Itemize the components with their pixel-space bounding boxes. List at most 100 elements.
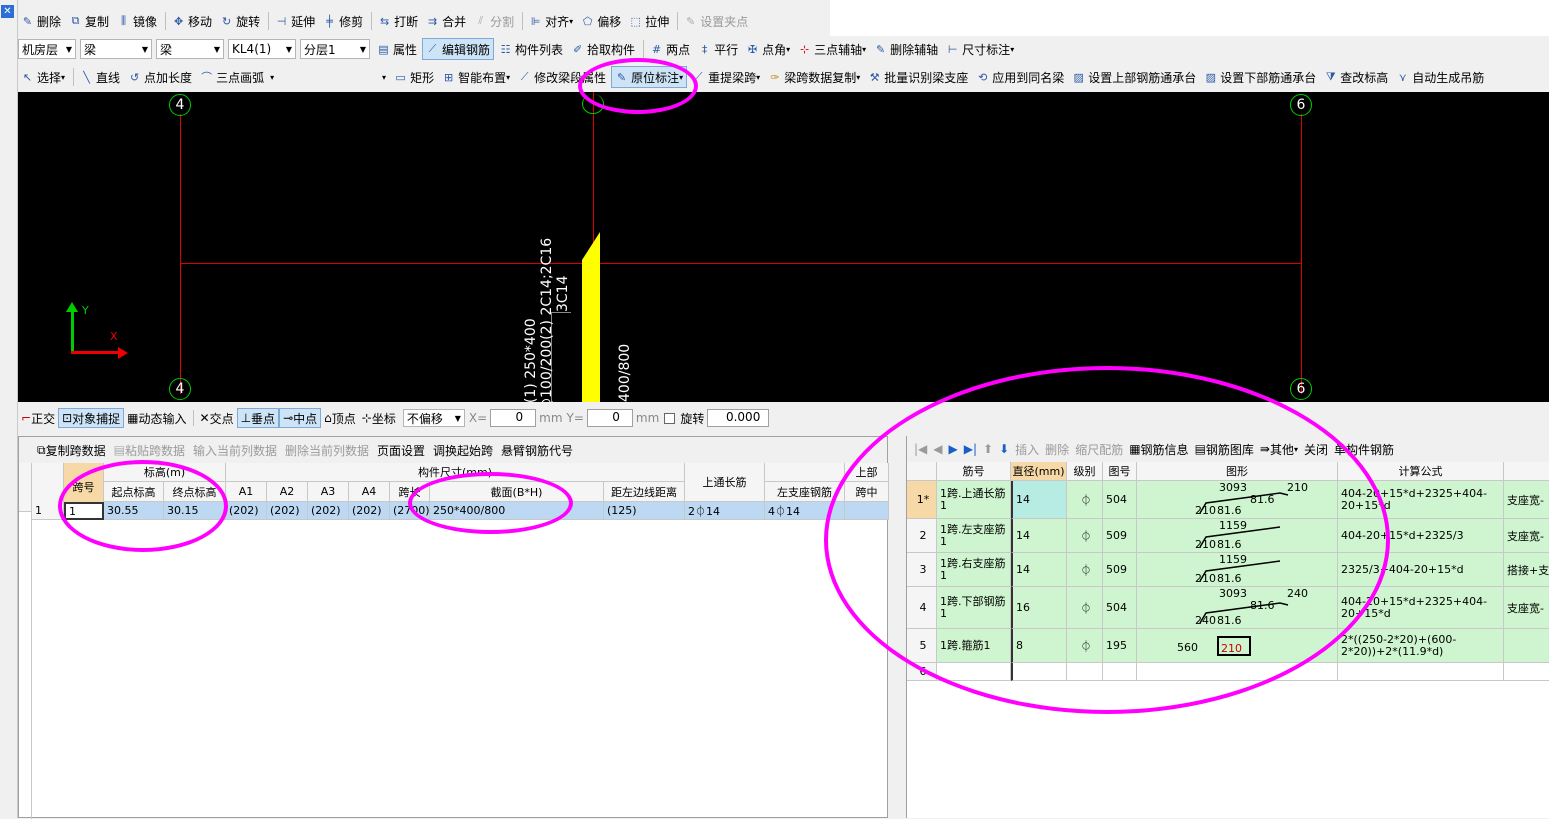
break-button[interactable]: ⇆ 打断 [375, 10, 421, 32]
copy-span-data-button[interactable]: ✑ 梁跨数据复制 ▾ [765, 66, 863, 88]
other-button[interactable]: ⇛ 其他 ▾ [1257, 441, 1301, 458]
delete-row-button[interactable]: 删除 [1042, 441, 1072, 458]
left-support-cell[interactable]: 4⏀14 [765, 502, 845, 520]
arc-button[interactable]: ⌒ 三点画弧 ▾ ▾ [197, 66, 389, 88]
parallel-button[interactable]: ‡ 平行 [695, 38, 741, 60]
shape-no-cell[interactable] [1103, 663, 1137, 681]
diameter-cell[interactable]: 8 [1011, 629, 1067, 663]
shape-no-cell[interactable]: 504 [1103, 481, 1137, 519]
grade-cell[interactable]: ⏀ [1067, 519, 1103, 553]
bar-name-cell[interactable]: 1跨.箍筋1 [937, 629, 1011, 663]
close-button[interactable]: 关闭 [1301, 441, 1331, 458]
single-component-rebar-button[interactable]: 单构件钢筋 [1331, 441, 1397, 458]
set-top-rebar-button[interactable]: ▨ 设置上部钢筋通承台 [1069, 66, 1199, 88]
next-record-icon[interactable]: ▶ [946, 442, 961, 456]
insert-button[interactable]: 插入 [1012, 441, 1042, 458]
align-button[interactable]: ⊫ 对齐 ▾ [526, 10, 576, 32]
mirror-button[interactable]: ⫼ 镜像 [114, 10, 160, 32]
point-angle-button[interactable]: ✠ 点角 ▾ [743, 38, 793, 60]
grade-cell[interactable]: ⏀ [1067, 629, 1103, 663]
layer-select[interactable]: 分层1 ▼ [300, 39, 370, 59]
extend-button[interactable]: ⊣ 延伸 [272, 10, 318, 32]
rotate-checkbox[interactable] [664, 412, 676, 424]
in-place-annotation-button[interactable]: ✎ 原位标注 ▾ [611, 66, 688, 88]
shape-no-cell[interactable]: 504 [1103, 587, 1137, 629]
copy-span-button[interactable]: ⧉ 复制跨数据 [33, 442, 110, 459]
note-cell[interactable]: 支座宽- [1504, 481, 1549, 519]
shape-no-cell[interactable]: 509 [1103, 553, 1137, 587]
formula-cell[interactable]: 404-20+15*d+2325+404-20+15*d [1338, 481, 1504, 519]
rectangle-button[interactable]: ▭ 矩形 [391, 66, 437, 88]
swap-start-span-button[interactable]: 调换起始跨 [429, 442, 497, 459]
diameter-cell[interactable] [1011, 663, 1067, 681]
input-column-button[interactable]: 输入当前列数据 [189, 442, 281, 459]
copy-button[interactable]: ⧉ 复制 [66, 10, 112, 32]
note-cell[interactable]: 支座宽- [1504, 587, 1549, 629]
grade-cell[interactable]: ⏀ [1067, 587, 1103, 629]
trim-button[interactable]: ╪ 修剪 [320, 10, 366, 32]
vertex-snap[interactable]: ⌂ 顶点 [321, 408, 359, 428]
stretch-button[interactable]: ⬚ 拉伸 [626, 10, 672, 32]
rebar-library-button[interactable]: ▤ 钢筋图库 [1192, 441, 1257, 458]
diameter-cell[interactable]: 14 [1011, 519, 1067, 553]
bar-name-cell[interactable]: 1跨.下部钢筋1 [937, 587, 1011, 629]
close-icon[interactable]: ✕ [1, 5, 14, 18]
check-elevation-button[interactable]: ⧩ 查改标高 [1321, 66, 1391, 88]
set-grip-button[interactable]: ✎ 设置夹点 [681, 10, 751, 32]
component-list-button[interactable]: ☷ 构件列表 [496, 38, 566, 60]
dimension-button[interactable]: ⊢ 尺寸标注 ▾ [943, 38, 1017, 60]
point-length-button[interactable]: ↺ 点加长度 [125, 66, 195, 88]
note-cell[interactable] [1504, 629, 1549, 663]
a1-cell[interactable]: (202) [226, 502, 267, 520]
delete-button[interactable]: ✎ 删除 [18, 10, 64, 32]
formula-cell[interactable] [1338, 663, 1504, 681]
formula-cell[interactable]: 2*((250-2*20)+(600-2*20))+2*(11.9*d) [1338, 629, 1504, 663]
formula-cell[interactable]: 404-20+15*d+2325+404-20+15*d [1338, 587, 1504, 629]
bar-name-cell[interactable] [937, 663, 1011, 681]
three-point-axis-button[interactable]: ⊹ 三点辅轴 ▾ [795, 38, 869, 60]
a2-cell[interactable]: (202) [267, 502, 308, 520]
two-point-button[interactable]: # 两点 [647, 38, 693, 60]
split-button[interactable]: ⫽ 分割 [471, 10, 517, 32]
move-down-icon[interactable]: ⬇ [996, 442, 1012, 456]
edit-beam-segment-button[interactable]: ⟋ 修改梁段属性 [515, 66, 609, 88]
grade-cell[interactable]: ⏀ [1067, 553, 1103, 587]
edit-rebar-button[interactable]: ⟋ 编辑钢筋 [422, 38, 495, 60]
properties-button[interactable]: ▤ 属性 [374, 38, 420, 60]
intersection-snap[interactable]: ✕ 交点 [197, 408, 237, 428]
prev-record-icon[interactable]: ◀ [930, 442, 945, 456]
object-snap-toggle[interactable]: ⊡ 对象捕捉 [58, 408, 125, 428]
coordinate-snap[interactable]: ⊹ 坐标 [359, 408, 399, 428]
x-input[interactable]: 0 [490, 409, 537, 427]
pick-component-button[interactable]: ✐ 拾取构件 [568, 38, 638, 60]
page-setup-button[interactable]: 页面设置 [373, 442, 429, 459]
y-input[interactable]: 0 [586, 409, 633, 427]
end-elev-cell[interactable]: 30.15 [164, 502, 226, 520]
diameter-cell[interactable]: 16 [1011, 587, 1067, 629]
delete-axis-button[interactable]: ✎ 删除辅轴 [871, 38, 941, 60]
perpendicular-snap[interactable]: ⊥ 垂点 [236, 408, 280, 428]
batch-identify-button[interactable]: ⚒ 批量识别梁支座 [865, 66, 971, 88]
note-cell[interactable] [1504, 663, 1549, 681]
floor-select[interactable]: 机房层 ▼ [18, 39, 76, 59]
paste-span-button[interactable]: ▤ 粘贴跨数据 [110, 442, 189, 459]
merge-button[interactable]: ⇉ 合并 [423, 10, 469, 32]
formula-cell[interactable]: 2325/3+404-20+15*d [1338, 553, 1504, 587]
cantilever-code-button[interactable]: 悬臂钢筋代号 [497, 442, 577, 459]
subtype-select[interactable]: 梁 ▼ [156, 39, 224, 59]
move-button[interactable]: ✥ 移动 [169, 10, 215, 32]
bar-name-cell[interactable]: 1跨.左支座筋1 [937, 519, 1011, 553]
a3-cell[interactable]: (202) [308, 502, 349, 520]
re-extract-span-button[interactable]: ⟋ 重提梁跨 ▾ [689, 66, 763, 88]
last-record-icon[interactable]: ▶| [961, 442, 980, 456]
rebar-info-button[interactable]: ▦ 钢筋信息 [1126, 441, 1191, 458]
section-cell[interactable]: 250*400/800 [430, 502, 604, 520]
offset-select[interactable]: 不偏移 ▼ [402, 409, 465, 427]
rotate-button[interactable]: ↻ 旋转 [217, 10, 263, 32]
first-record-icon[interactable]: |◀ [911, 442, 930, 456]
smart-layout-button[interactable]: ⊞ 智能布置 ▾ [439, 66, 513, 88]
component-select[interactable]: KL4(1) ▼ [228, 39, 296, 59]
shape-no-cell[interactable]: 509 [1103, 519, 1137, 553]
auto-hanger-button[interactable]: ⋎ 自动生成吊筋 [1393, 66, 1487, 88]
span-length-cell[interactable]: (2700) [390, 502, 430, 520]
